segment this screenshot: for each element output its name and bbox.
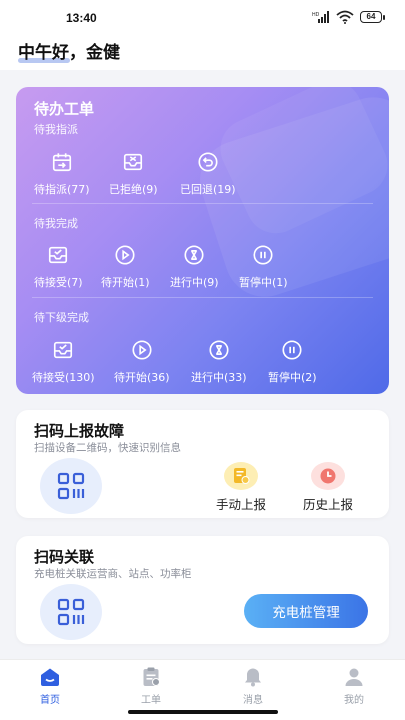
todo-item-label: 待接受(130) <box>32 371 95 384</box>
status-bar: 13:40 HD 64 <box>0 0 405 36</box>
section-divider <box>32 297 373 298</box>
scan-link-card: 扫码关联 充电桩关联运营商、站点、功率柜 充电桩管理 <box>16 536 389 644</box>
history-report-icon-bg <box>311 462 345 490</box>
todo-item-paused[interactable]: 暂停中(1) <box>239 244 288 290</box>
status-icons: HD 64 <box>312 10 385 24</box>
todo-item-label: 暂停中(1) <box>239 276 288 289</box>
tab-label: 工单 <box>141 695 161 706</box>
tab-label: 消息 <box>243 695 263 706</box>
scan-link-subtitle: 充电桩关联运营商、站点、功率柜 <box>34 568 192 580</box>
tab-profile[interactable]: 我的 <box>324 666 384 706</box>
todo-item-sub-paused[interactable]: 暂停中(2) <box>268 339 317 385</box>
hourglass-icon <box>209 340 229 360</box>
manual-report-icon <box>234 468 250 484</box>
manual-report-button[interactable]: 手动上报 <box>216 462 266 513</box>
scan-link-title: 扫码关联 <box>34 548 95 566</box>
todo-item-label: 进行中(33) <box>191 371 247 384</box>
todo-item-label: 待指派(77) <box>34 183 90 196</box>
todo-item-label: 已拒绝(9) <box>109 183 158 196</box>
tab-workorder[interactable]: 工单 <box>121 666 181 706</box>
header: 中午好，金健 <box>0 36 405 70</box>
scan-report-title: 扫码上报故障 <box>34 422 125 440</box>
battery-level: 64 <box>360 11 382 23</box>
tab-label: 首页 <box>40 695 60 706</box>
todo-item-sub-to-accept[interactable]: 待接受(130) <box>32 339 95 385</box>
todo-item-returned[interactable]: 已回退(19) <box>180 151 236 197</box>
scan-link-qr-button[interactable] <box>40 584 102 640</box>
history-report-label: 历史上报 <box>303 497 354 512</box>
play-icon <box>132 340 152 360</box>
charger-management-button[interactable]: 充电桩管理 <box>244 594 368 628</box>
reject-envelope-icon <box>124 153 143 171</box>
qr-code-icon <box>57 598 85 626</box>
tab-home[interactable]: 首页 <box>20 666 80 706</box>
qr-code-icon <box>57 472 85 500</box>
manual-report-icon-bg <box>224 462 258 490</box>
signal-icon: HD <box>312 11 329 23</box>
greeting: 中午好，金健 <box>18 43 120 63</box>
battery-indicator: 64 <box>360 11 385 23</box>
todo-item-sub-in-progress[interactable]: 进行中(33) <box>191 339 247 385</box>
todo-item-to-start[interactable]: 待开始(1) <box>101 244 150 290</box>
todo-item-label: 待开始(1) <box>101 276 150 289</box>
todo-item-rejected[interactable]: 已拒绝(9) <box>109 151 158 197</box>
pause-icon <box>282 340 302 360</box>
section-label-subordinate: 待下级完成 <box>34 311 89 324</box>
todo-item-in-progress[interactable]: 进行中(9) <box>170 244 219 290</box>
play-icon <box>115 245 135 265</box>
bell-icon <box>245 668 261 687</box>
section-label-mine: 待我完成 <box>34 217 78 230</box>
todo-item-sub-to-start[interactable]: 待开始(36) <box>114 339 170 385</box>
wifi-icon <box>336 10 354 24</box>
history-report-button[interactable]: 历史上报 <box>303 462 353 513</box>
user-icon <box>345 668 363 686</box>
accept-envelope-icon <box>49 246 68 264</box>
hourglass-icon <box>184 245 204 265</box>
manual-report-label: 手动上报 <box>216 497 267 512</box>
todo-item-label: 进行中(9) <box>170 276 219 289</box>
tab-messages[interactable]: 消息 <box>223 666 283 706</box>
scan-report-subtitle: 扫描设备二维码，快速识别信息 <box>34 442 181 454</box>
battery-tip <box>383 14 385 20</box>
calendar-assign-icon <box>52 153 71 172</box>
accept-envelope-icon <box>54 341 73 359</box>
todo-item-label: 暂停中(2) <box>268 371 317 384</box>
section-label-assign: 待我指派 <box>34 123 78 136</box>
clock-icon <box>320 468 336 484</box>
todo-item-pending-assign[interactable]: 待指派(77) <box>34 151 90 197</box>
todo-item-to-accept[interactable]: 待接受(7) <box>34 244 83 290</box>
scan-report-qr-button[interactable] <box>40 458 102 514</box>
pause-icon <box>253 245 273 265</box>
tab-label: 我的 <box>344 695 364 706</box>
clipboard-icon <box>143 667 160 686</box>
return-icon <box>198 152 218 172</box>
todo-item-label: 待开始(36) <box>114 371 170 384</box>
scan-report-card: 扫码上报故障 扫描设备二维码，快速识别信息 手动上报 历史上报 <box>16 410 389 518</box>
status-time: 13:40 <box>66 11 97 25</box>
todo-card: 待办工单 待我指派 待指派(77) 已拒绝(9) 已回退(19) 待我完成 待接… <box>16 87 389 394</box>
todo-item-label: 待接受(7) <box>34 276 83 289</box>
todo-title: 待办工单 <box>34 100 95 118</box>
home-icon <box>41 668 59 686</box>
section-divider <box>32 203 373 204</box>
svg-text:HD: HD <box>312 12 320 18</box>
home-indicator <box>128 710 278 714</box>
todo-item-label: 已回退(19) <box>180 183 236 196</box>
